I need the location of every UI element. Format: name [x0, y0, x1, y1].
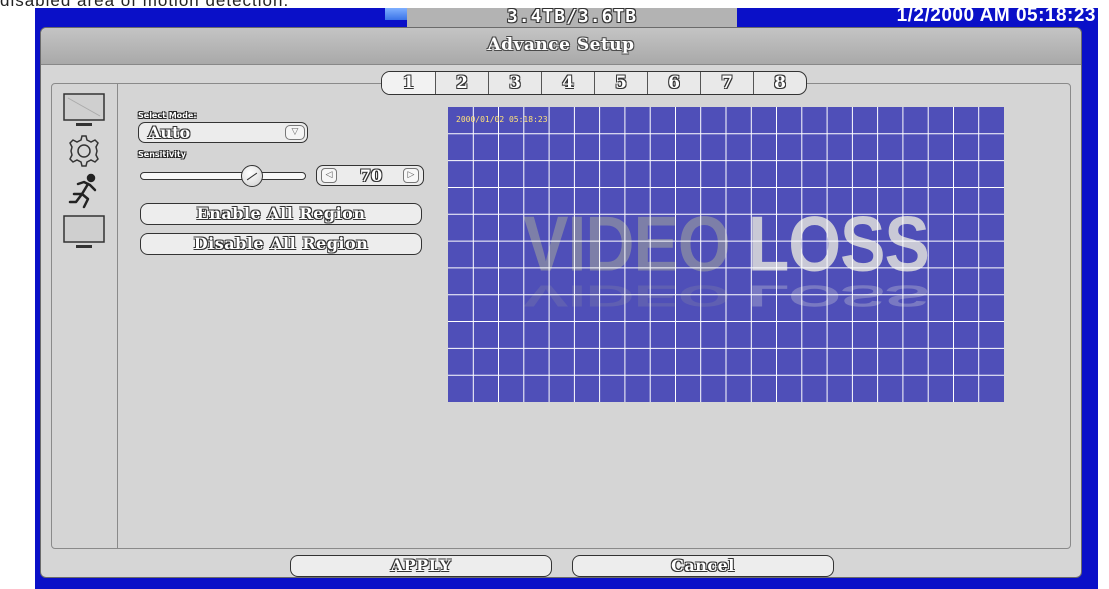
dvr-screen: 3.4TB/3.6TB 1/2/2000 AM 05:18:23 Advance… [35, 5, 1098, 589]
sensitivity-stepper: ◁ 70 ▷ [316, 165, 424, 186]
monitor-icon[interactable] [62, 214, 106, 252]
motion-detection-grid[interactable] [448, 107, 1004, 402]
disk-usage-panel: 3.4TB/3.6TB [407, 6, 737, 27]
sensitivity-value: 70 [359, 166, 383, 185]
gear-icon[interactable] [62, 132, 106, 170]
tab-channel-8[interactable]: 8 [753, 72, 806, 94]
select-mode-label: Select Mode: [138, 111, 197, 120]
clock: 1/2/2000 AM 05:18:23 [896, 5, 1096, 26]
chevron-down-icon[interactable]: ▽ [285, 125, 305, 140]
tab-channel-3[interactable]: 3 [488, 72, 541, 94]
sensitivity-slider-thumb[interactable] [240, 165, 263, 187]
decrement-icon[interactable]: ◁ [321, 168, 337, 183]
tab-channel-4[interactable]: 4 [541, 72, 594, 94]
video-timestamp: 2000/01/02 05:18:23 [456, 115, 548, 124]
increment-icon[interactable]: ▷ [403, 168, 419, 183]
sensitivity-slider-track[interactable] [140, 172, 306, 180]
mode-select[interactable]: Auto ▽ [138, 122, 308, 143]
disable-all-region-button[interactable]: Disable All Region [140, 233, 422, 255]
tab-channel-6[interactable]: 6 [647, 72, 700, 94]
enable-all-region-button[interactable]: Enable All Region [140, 203, 422, 225]
channel-tabs: 1 2 3 4 5 6 7 8 [381, 71, 807, 95]
mode-select-value: Auto [148, 123, 191, 142]
icon-sidebar [52, 84, 118, 548]
tab-channel-2[interactable]: 2 [435, 72, 488, 94]
monitor-icon[interactable] [62, 92, 106, 130]
window-title: Advance Setup [487, 35, 635, 55]
sensitivity-label: Sensitivity [138, 150, 186, 159]
video-preview[interactable]: VIDEO LOSS VIDEO LOSS 2000/01/02 05:18:2… [448, 107, 1004, 402]
action-bar: APPLY Cancel [41, 552, 1081, 579]
cancel-button[interactable]: Cancel [572, 555, 834, 577]
advance-setup-window: Advance Setup 1 2 3 4 5 6 7 8 Select Mod… [40, 27, 1082, 578]
status-bar: 3.4TB/3.6TB 1/2/2000 AM 05:18:23 [35, 5, 1098, 27]
title-bar: Advance Setup [41, 28, 1081, 65]
disk-indicator [385, 8, 407, 20]
apply-button[interactable]: APPLY [290, 555, 552, 577]
tab-channel-5[interactable]: 5 [594, 72, 647, 94]
tab-channel-1[interactable]: 1 [382, 72, 435, 94]
running-man-icon[interactable] [62, 172, 106, 210]
disk-usage-text: 3.4TB/3.6TB [506, 6, 638, 27]
tab-channel-7[interactable]: 7 [700, 72, 753, 94]
